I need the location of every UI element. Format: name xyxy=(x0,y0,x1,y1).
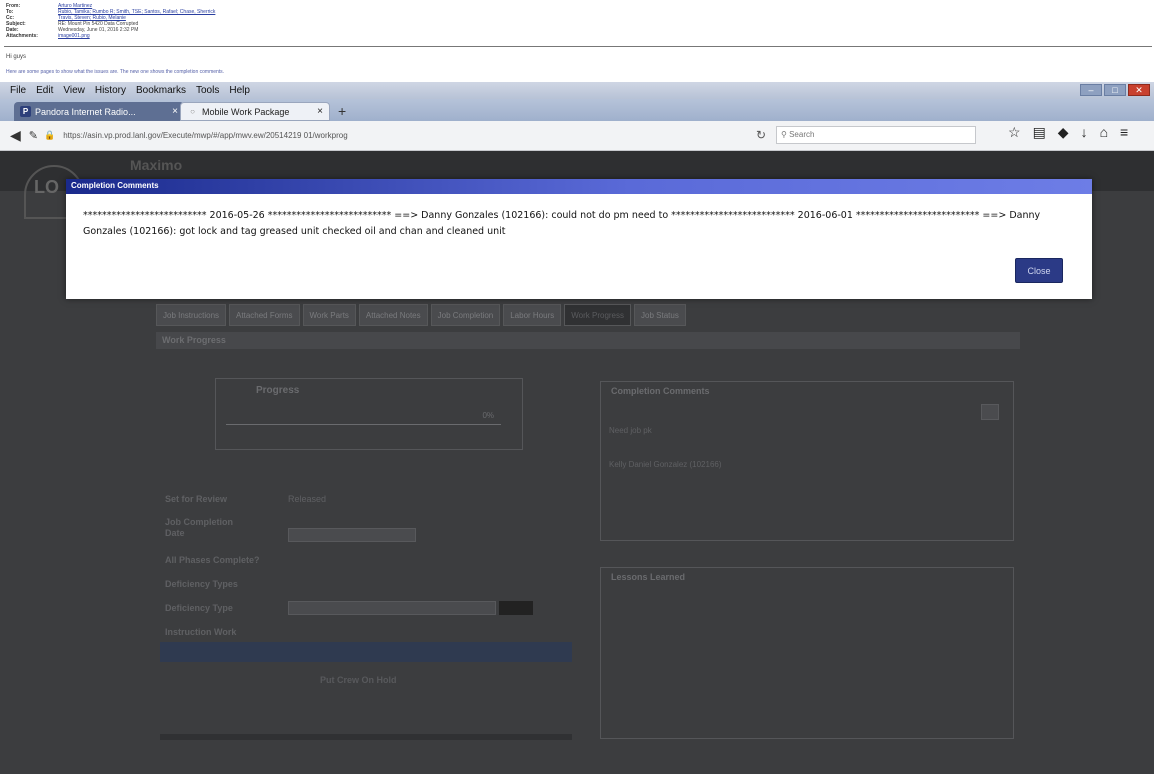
email-divider xyxy=(4,46,1152,47)
tab-label: Pandora Internet Radio... xyxy=(35,106,136,117)
tab-labor-hours[interactable]: Labor Hours xyxy=(503,304,562,326)
home-icon[interactable]: ⌂ xyxy=(1100,124,1108,141)
maximize-icon[interactable]: □ xyxy=(1104,84,1126,96)
bookmarks-list-icon[interactable]: ▤ xyxy=(1033,124,1046,141)
all-phases-label: All Phases Complete? xyxy=(165,555,260,565)
put-crew-on-hold-button[interactable]: Put Crew On Hold xyxy=(320,675,397,685)
lock-icon: 🔒 xyxy=(44,130,56,140)
status-label: Set for Review xyxy=(165,494,228,504)
instruction-work-label: Instruction Work xyxy=(165,627,237,637)
email-greeting: Hi guys xyxy=(6,54,27,60)
tab-job-completion[interactable]: Job Completion xyxy=(430,304,501,326)
tab-mobile-work-package[interactable]: ○ Mobile Work Package × xyxy=(180,102,330,121)
new-tab-icon[interactable]: + xyxy=(338,103,346,119)
browser-nav-bar: ◀ ✎ 🔒 https://asin.vp.prod.lanl.gov/Exec… xyxy=(0,121,1154,151)
tab-attached-notes[interactable]: Attached Notes xyxy=(358,304,428,326)
dialog-title-bar[interactable]: Completion Comments xyxy=(66,179,1092,194)
window-controls: – □ ✕ xyxy=(1080,84,1150,96)
email-attachments-label: Attachments: xyxy=(6,33,38,39)
bookmark-star-icon[interactable]: ☆ xyxy=(1008,124,1021,141)
tab-job-instructions[interactable]: Job Instructions xyxy=(156,304,227,326)
clear-button[interactable] xyxy=(499,601,533,615)
completion-date-input[interactable] xyxy=(288,528,416,542)
menu-bookmarks[interactable]: Bookmarks xyxy=(136,85,186,96)
menu-view[interactable]: View xyxy=(63,85,85,96)
pocket-icon[interactable]: ◆ xyxy=(1058,124,1069,141)
tab-close-icon[interactable]: × xyxy=(317,106,323,117)
deficiency-types-label: Deficiency Types xyxy=(165,579,238,589)
section-title: Work Progress xyxy=(156,332,1020,349)
download-icon[interactable]: ↓ xyxy=(1081,124,1088,141)
email-attachments-row: Attachments: image001.png xyxy=(6,33,406,39)
pandora-favicon-icon: P xyxy=(20,106,31,117)
completion-comment-line: Need job pk xyxy=(609,426,652,435)
expand-icon[interactable] xyxy=(981,404,999,420)
menu-tools[interactable]: Tools xyxy=(196,85,219,96)
url-bar[interactable]: https://asin.vp.prod.lanl.gov/Execute/mw… xyxy=(63,131,663,140)
menu-help[interactable]: Help xyxy=(229,85,250,96)
tab-work-progress[interactable]: Work Progress xyxy=(564,304,632,326)
search-icon: ⚲ xyxy=(781,130,790,139)
lessons-learned-title: Lessons Learned xyxy=(611,572,686,582)
progress-box: Progress 0% xyxy=(215,378,523,450)
tab-close-icon[interactable]: × xyxy=(172,106,178,117)
email-header: From: Arturo Martinez To: Rubio, Tamika;… xyxy=(6,3,406,39)
progress-title: Progress xyxy=(256,385,300,396)
menu-icon[interactable]: ≡ xyxy=(1120,124,1128,141)
browser-menu-bar: File Edit View History Bookmarks Tools H… xyxy=(0,82,1154,99)
browser-toolbar-icons: ☆ ▤ ◆ ↓ ⌂ ≡ xyxy=(1008,124,1128,141)
instruction-work-bar xyxy=(160,642,572,662)
tab-label: Mobile Work Package xyxy=(202,106,290,117)
menu-history[interactable]: History xyxy=(95,85,126,96)
menu-edit[interactable]: Edit xyxy=(36,85,53,96)
app-brand: Maximo xyxy=(130,157,183,173)
tab-pandora[interactable]: P Pandora Internet Radio... × xyxy=(14,102,184,121)
email-note: Here are some pages to show what the iss… xyxy=(6,69,225,75)
progress-track xyxy=(226,424,501,425)
menu-file[interactable]: File xyxy=(10,85,26,96)
dialog-comment-text: ************************** 2016-05-26 **… xyxy=(83,210,1041,237)
back-arrow-icon[interactable]: ◀ xyxy=(10,127,21,144)
status-value: Released xyxy=(288,494,327,504)
deficiency-type-select[interactable] xyxy=(288,601,496,615)
minimize-icon[interactable]: – xyxy=(1080,84,1102,96)
dialog-title: Completion Comments xyxy=(71,181,159,190)
email-attachment-link[interactable]: image001.png xyxy=(58,33,90,39)
completion-comment-line: Kelly Daniel Gonzalez (102166) xyxy=(609,460,722,469)
bottom-bar xyxy=(160,734,572,740)
search-input[interactable]: ⚲ Search xyxy=(776,126,976,144)
reload-icon[interactable]: ↻ xyxy=(756,128,766,142)
app-tab-strip: Job Instructions Attached Forms Work Par… xyxy=(156,304,966,328)
loading-favicon-icon: ○ xyxy=(190,107,195,116)
completion-date-label: Job Completion Date xyxy=(165,517,233,538)
tab-work-parts[interactable]: Work Parts xyxy=(302,304,356,326)
browser-tab-bar: P Pandora Internet Radio... × ○ Mobile W… xyxy=(0,99,1154,121)
deficiency-type-label: Deficiency Type xyxy=(165,603,233,613)
completion-comments-panel: Completion Comments Need job pk Kelly Da… xyxy=(600,381,1014,541)
completion-comments-dialog: Completion Comments ********************… xyxy=(66,179,1092,299)
progress-percent: 0% xyxy=(482,411,494,420)
search-placeholder: Search xyxy=(789,130,815,139)
close-window-icon[interactable]: ✕ xyxy=(1128,84,1150,96)
lessons-learned-panel: Lessons Learned xyxy=(600,567,1014,739)
tab-attached-forms[interactable]: Attached Forms xyxy=(229,304,300,326)
close-button[interactable]: Close xyxy=(1015,258,1063,283)
completion-comments-title: Completion Comments xyxy=(611,386,710,396)
tab-job-status[interactable]: Job Status xyxy=(634,304,686,326)
edit-pencil-icon[interactable]: ✎ xyxy=(29,129,38,142)
